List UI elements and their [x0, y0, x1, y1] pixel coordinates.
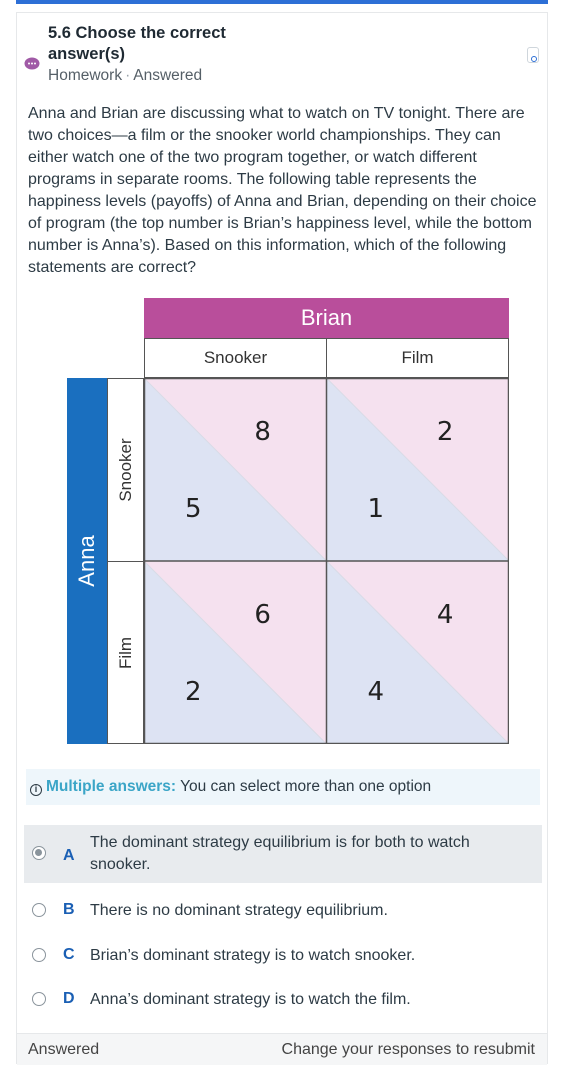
footer-status: Answered	[28, 1041, 100, 1058]
option-d-radio[interactable]	[32, 992, 46, 1006]
option-a-text: The dominant strategy equilibrium is for…	[90, 834, 470, 873]
option-c-letter: C	[63, 946, 75, 963]
status-state: Answered	[133, 67, 203, 84]
option-b[interactable]: B There is no dominant strategy equilibr…	[24, 895, 542, 927]
column-player-label: Brian	[144, 298, 509, 338]
question-prompt: Anna and Brian are discussing what to wa…	[28, 105, 537, 276]
option-b-radio[interactable]	[32, 903, 46, 917]
option-a-radio[interactable]	[32, 846, 46, 860]
question-card: 5.6 Choose the correct answer(s) Homewor…	[16, 12, 548, 1065]
question-bubble-icon	[24, 57, 40, 70]
option-d[interactable]: D Anna’s dominant strategy is to watch t…	[24, 984, 542, 1016]
cell-snooker-film-anna-payoff: 1	[368, 494, 385, 524]
row-header-film: Film	[107, 561, 144, 744]
cell-snooker-film-brian-payoff: 2	[437, 417, 454, 447]
payoff-matrix: Brian Snooker Film Anna Snooker Film 8 5 2…	[67, 298, 509, 744]
cell-film-snooker-brian-payoff: 6	[254, 600, 271, 630]
cell-snooker-snooker-brian-payoff: 8	[254, 417, 271, 447]
option-c-text: Brian’s dominant strategy is to watch sn…	[90, 947, 416, 964]
option-a-letter: A	[63, 847, 75, 864]
row-player-band: Anna	[67, 378, 107, 744]
question-menu-button[interactable]	[527, 47, 539, 63]
cell-film-film-anna-payoff: 4	[368, 677, 385, 707]
row-header-snooker-label: Snooker	[115, 438, 135, 502]
cell-snooker-snooker-anna-payoff: 5	[185, 494, 202, 524]
row-player-label: Anna	[74, 535, 99, 587]
column-header-snooker: Snooker	[144, 338, 327, 378]
hint-label: Multiple answers:	[46, 778, 177, 795]
info-icon: i	[30, 784, 42, 796]
question-status: Homework · Answered	[48, 67, 202, 85]
option-c[interactable]: C Brian’s dominant strategy is to watch …	[24, 940, 542, 972]
hint-text: You can select more than one option	[180, 778, 432, 795]
payoff-cells: 8 5 2 1 6 2 4 4	[144, 378, 509, 744]
option-d-letter: D	[63, 990, 75, 1007]
column-header-film: Film	[326, 338, 509, 378]
cell-film-film-brian-payoff: 4	[437, 600, 454, 630]
question-title: 5.6 Choose the correct answer(s)	[48, 24, 226, 63]
option-b-text: There is no dominant strategy equilibriu…	[90, 902, 388, 919]
option-d-text: Anna’s dominant strategy is to watch the…	[90, 991, 411, 1008]
top-accent-bar	[16, 0, 548, 4]
question-header: 5.6 Choose the correct answer(s) Homewor…	[17, 13, 547, 99]
footer-action-text: Change your responses to resubmit	[281, 1041, 535, 1058]
question-footer: Answered Change your responses to resubm…	[17, 1033, 547, 1065]
row-header-snooker: Snooker	[107, 378, 144, 562]
row-header-film-label: Film	[115, 636, 135, 669]
status-separator: ·	[125, 67, 131, 84]
multiple-answers-hint: i Multiple answers: You can select more t…	[26, 769, 540, 805]
status-type: Homework	[48, 67, 123, 84]
cell-film-snooker-anna-payoff: 2	[185, 677, 202, 707]
option-c-radio[interactable]	[32, 948, 46, 962]
option-a[interactable]: A The dominant strategy equilibrium is f…	[24, 825, 542, 883]
option-b-letter: B	[63, 901, 75, 918]
payoff-cells-graphic: 8 5 2 1 6 2 4 4	[144, 378, 509, 744]
